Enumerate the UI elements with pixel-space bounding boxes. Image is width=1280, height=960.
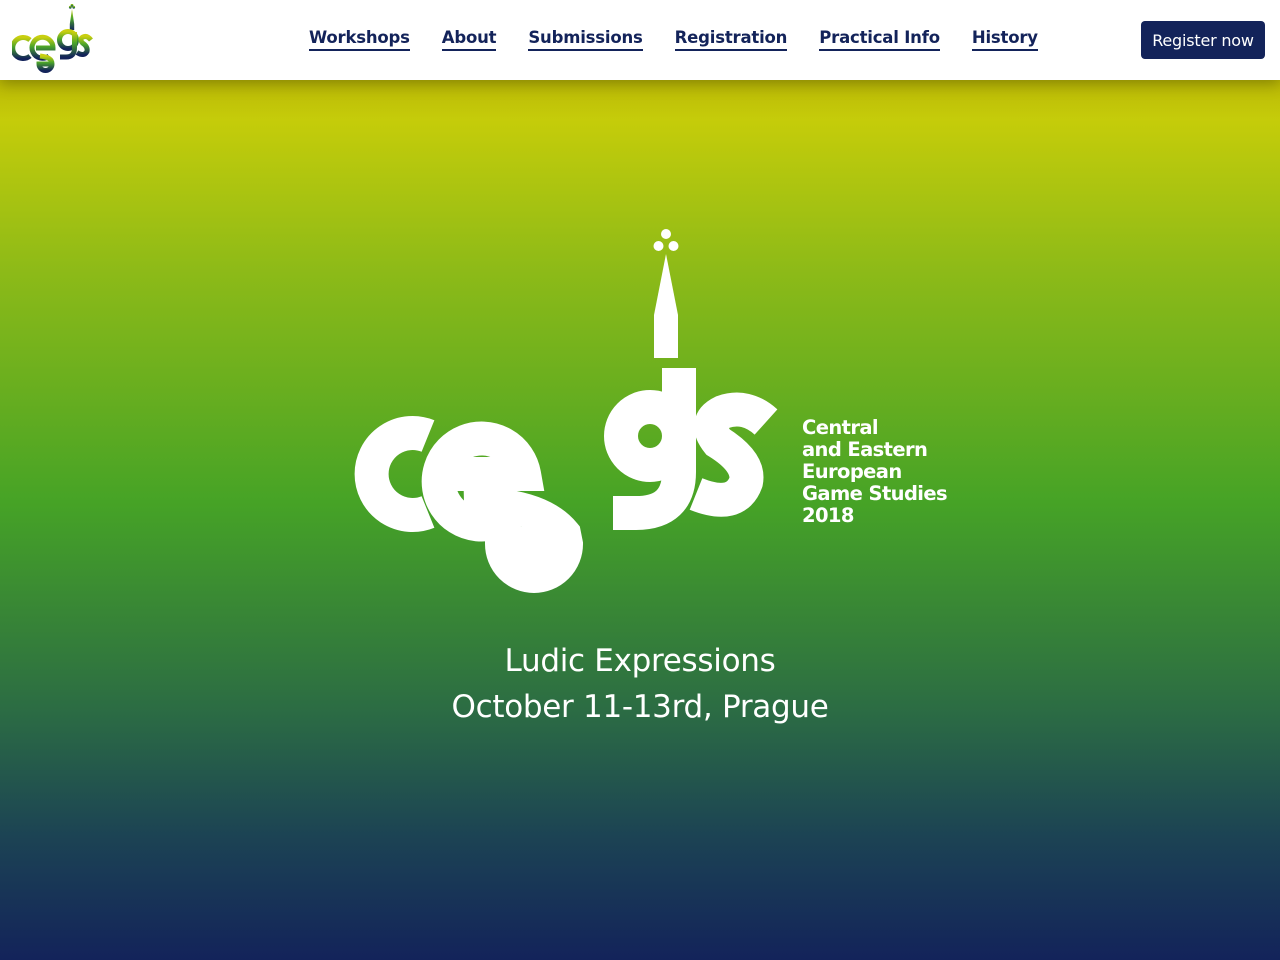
nav-link-workshops[interactable]: Workshops	[309, 28, 410, 51]
hero-banner: Central and Eastern European Game Studie…	[0, 80, 1280, 960]
ceegs-hero-logo-icon	[354, 229, 778, 593]
tagline-line-2: and Eastern	[802, 438, 928, 461]
tagline-line-5: 2018	[802, 504, 854, 527]
conference-date-location: October 11-13rd, Prague	[451, 689, 829, 725]
nav-link-submissions[interactable]: Submissions	[528, 28, 643, 51]
tagline-line-3: European	[802, 460, 902, 483]
nav-link-history[interactable]: History	[971, 28, 1038, 51]
top-navigation-bar: Workshops About Submissions Registration…	[0, 0, 1280, 80]
tagline-line-1: Central	[802, 416, 879, 439]
nav-link-about[interactable]: About	[441, 28, 497, 51]
navbar-shadow	[0, 80, 1280, 120]
nav-link-registration[interactable]: Registration	[674, 28, 787, 51]
main-navigation: Workshops About Submissions Registration…	[293, 28, 1054, 51]
conference-tagline: Central and Eastern European Game Studie…	[802, 416, 948, 527]
ceegs-logo-icon[interactable]	[12, 4, 94, 76]
tagline-line-4: Game Studies	[802, 482, 948, 505]
nav-link-practical-info[interactable]: Practical Info	[819, 28, 940, 51]
register-now-button[interactable]: Register now	[1141, 21, 1265, 59]
conference-theme: Ludic Expressions	[504, 643, 776, 679]
